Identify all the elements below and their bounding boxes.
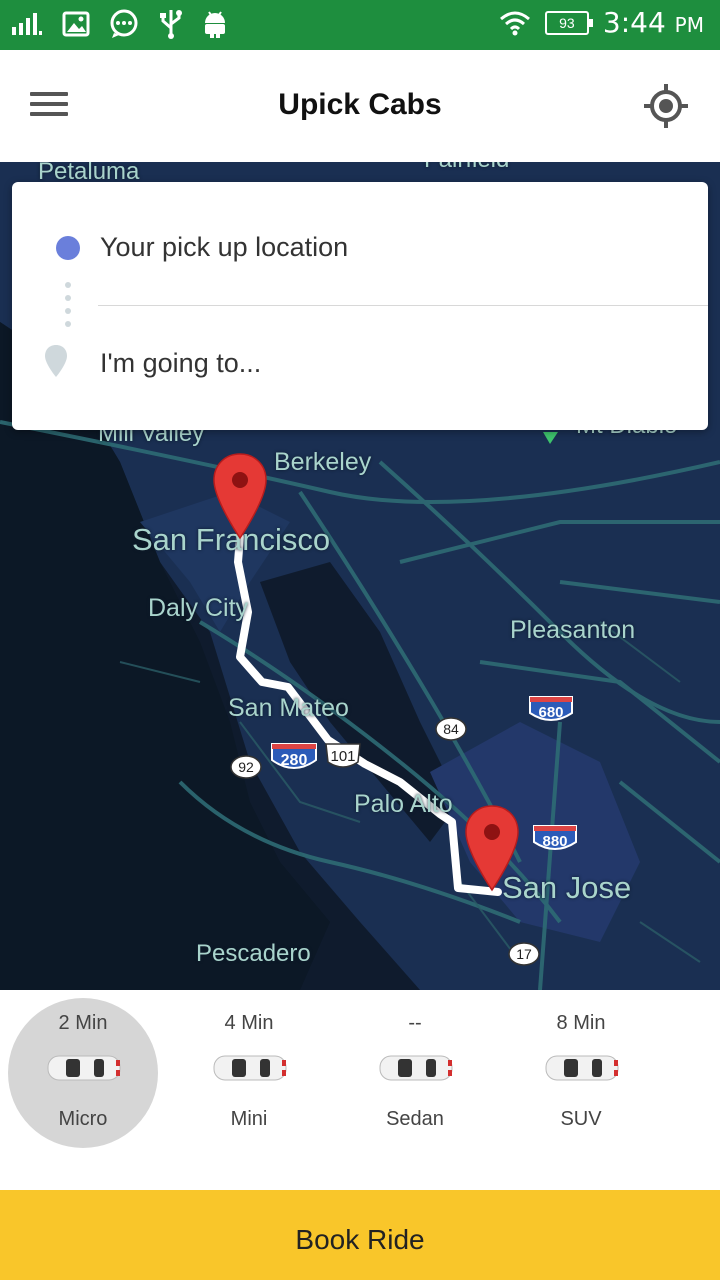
car-icon <box>213 1055 287 1081</box>
ride-option-suv[interactable]: 8 Min SUV <box>498 990 664 1160</box>
status-bar: 93 3:44 PM <box>0 0 720 50</box>
pickup-marker-icon[interactable] <box>212 452 268 540</box>
ride-name: SUV <box>560 1108 602 1130</box>
shield-680-label: 680 <box>538 704 563 721</box>
shield-92: 92 <box>230 755 262 779</box>
car-icon <box>47 1055 121 1081</box>
ride-eta: -- <box>408 1012 422 1034</box>
signal-icon <box>12 13 42 35</box>
clock: 3:44 PM <box>603 6 704 39</box>
ride-eta: 4 Min <box>224 1012 274 1034</box>
shield-17-label: 17 <box>516 946 532 962</box>
ride-name: Micro <box>58 1108 108 1130</box>
map-label-berkeley: Berkeley <box>274 448 372 476</box>
shield-84-label: 84 <box>443 721 459 737</box>
shield-17: 17 <box>508 942 540 966</box>
ride-options: 2 Min Micro 4 Min Mini -- Sedan 8 Min SU… <box>0 990 720 1190</box>
map-label-pleasanton: Pleasanton <box>510 616 636 644</box>
book-ride-button[interactable]: Book Ride <box>0 1190 720 1280</box>
car-icon <box>379 1055 453 1081</box>
route-dots-icon <box>65 282 71 334</box>
map-label-fairfield: Fairfield <box>424 162 509 174</box>
battery-icon: 93 <box>544 10 593 35</box>
ride-name: Sedan <box>386 1108 444 1130</box>
location-card: Your pick up location I'm going to... <box>12 182 708 430</box>
shield-280: 280 <box>271 743 317 769</box>
destination-marker-icon[interactable] <box>464 804 520 892</box>
crosshair-icon <box>644 84 688 128</box>
ride-eta: 2 Min <box>58 1012 108 1034</box>
destination-pin-icon <box>45 345 67 377</box>
divider <box>98 305 708 306</box>
gallery-icon <box>62 11 90 37</box>
ride-option-mini[interactable]: 4 Min Mini <box>166 990 332 1160</box>
map-label-palo-alto: Palo Alto <box>354 790 453 818</box>
pickup-input[interactable]: Your pick up location <box>100 232 348 263</box>
my-location-button[interactable] <box>642 82 690 130</box>
clock-time: 3:44 <box>602 6 666 39</box>
car-icon <box>545 1055 619 1081</box>
app-bar: Upick Cabs <box>0 50 720 162</box>
shield-101-label: 101 <box>330 748 355 765</box>
shield-880-label: 880 <box>542 833 567 850</box>
shield-92-label: 92 <box>238 759 254 775</box>
shield-880: 880 <box>533 825 577 850</box>
clock-ampm: PM <box>674 13 704 37</box>
map-label-pescadero: Pescadero <box>196 940 311 967</box>
usb-icon <box>160 10 182 39</box>
ride-option-micro[interactable]: 2 Min Micro <box>0 990 166 1160</box>
destination-input[interactable]: I'm going to... <box>100 348 261 379</box>
map-label-san-jose: San Jose <box>502 870 632 905</box>
battery-level: 93 <box>559 14 575 31</box>
pickup-dot-icon <box>56 236 80 260</box>
message-icon <box>110 9 138 38</box>
ride-option-sedan[interactable]: -- Sedan <box>332 990 498 1160</box>
app-title: Upick Cabs <box>278 88 442 121</box>
map-label-san-mateo: San Mateo <box>228 694 349 722</box>
wifi-icon <box>499 11 530 35</box>
ride-name: Mini <box>230 1108 268 1130</box>
shield-101: 101 <box>325 743 361 768</box>
ride-eta: 8 Min <box>556 1012 606 1034</box>
shield-280-label: 280 <box>281 752 308 769</box>
map-label-daly-city: Daly City <box>148 594 249 622</box>
shield-680: 680 <box>529 696 573 721</box>
shield-84: 84 <box>435 717 467 741</box>
android-icon <box>205 11 225 38</box>
